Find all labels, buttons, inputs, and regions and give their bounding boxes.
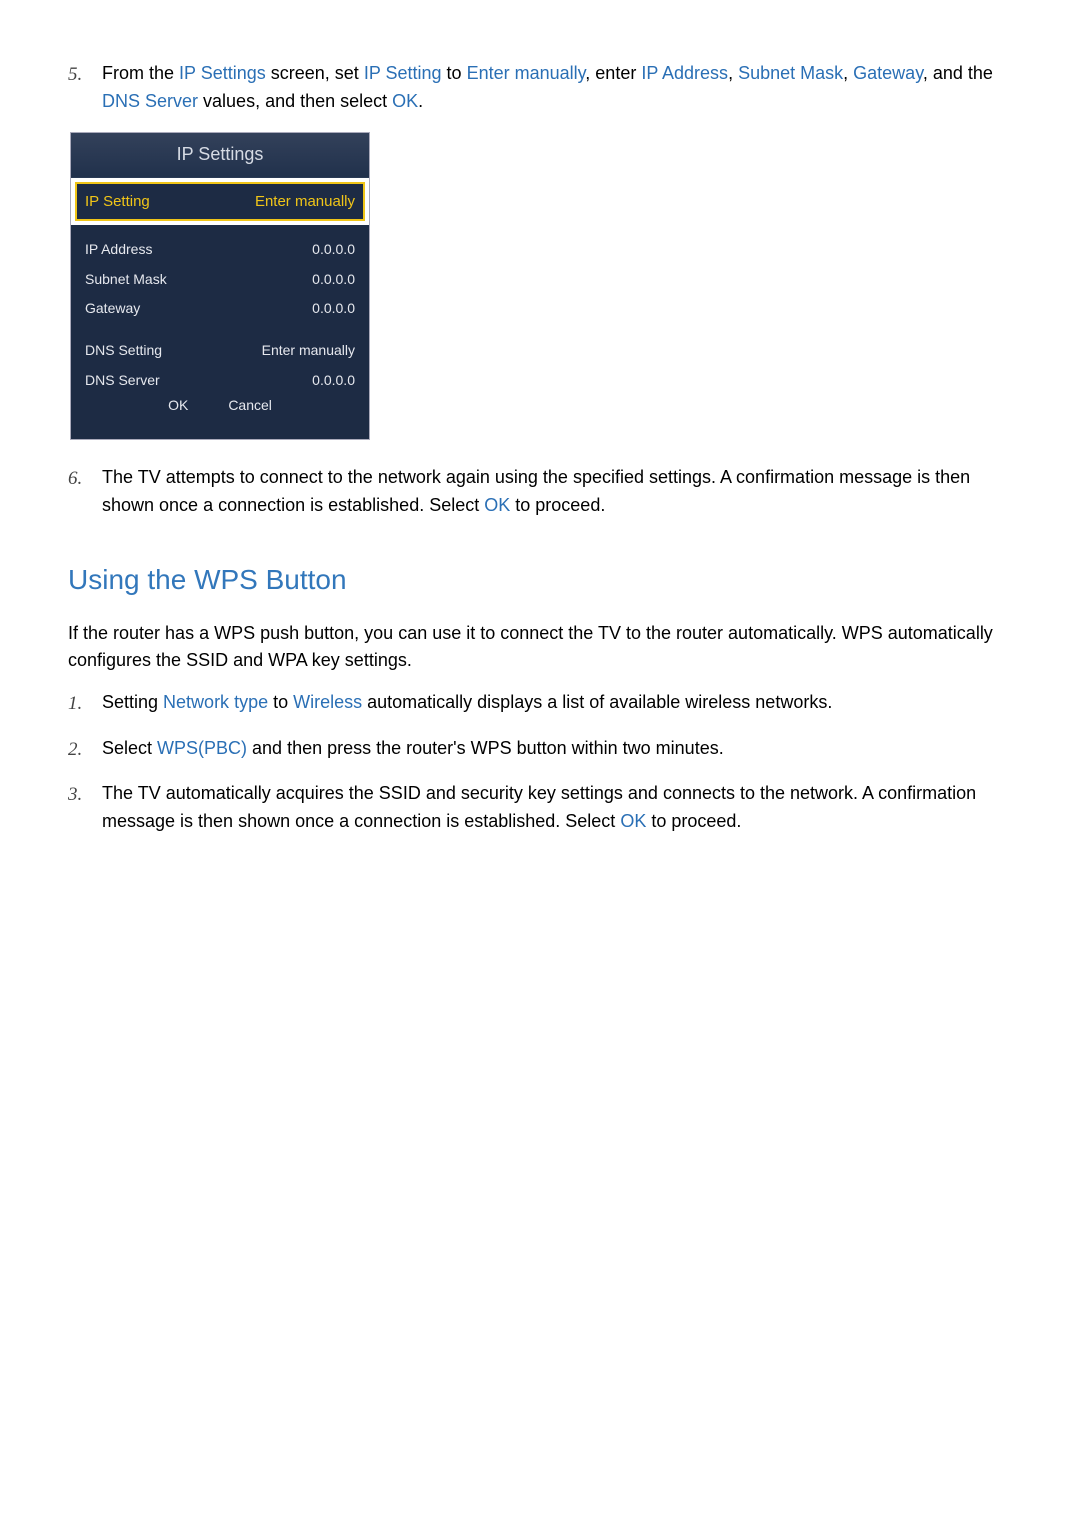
text: The TV automatically acquires the SSID a… [102, 783, 976, 831]
ok-button[interactable]: OK [168, 397, 188, 413]
step-number: 6. [68, 464, 102, 520]
step-body: From the IP Settings screen, set IP Sett… [102, 60, 1012, 116]
ip-setting-value: Enter manually [255, 190, 355, 213]
step-body: The TV automatically acquires the SSID a… [102, 780, 1012, 836]
text: , enter [585, 63, 641, 83]
text: to proceed. [510, 495, 605, 515]
value: 0.0.0.0 [312, 370, 355, 392]
hl-ip-settings: IP Settings [179, 63, 266, 83]
text: and then press the router's WPS button w… [247, 738, 724, 758]
step-body: Select WPS(PBC) and then press the route… [102, 735, 1012, 764]
step-body: Setting Network type to Wireless automat… [102, 689, 1012, 718]
panel-title: IP Settings [71, 133, 369, 178]
ip-setting-label: IP Setting [85, 190, 150, 213]
text: Select [102, 738, 157, 758]
panel-actions: OK Cancel [85, 395, 355, 421]
hl-dns-server: DNS Server [102, 91, 198, 111]
text: . [418, 91, 423, 111]
text: to proceed. [646, 811, 741, 831]
hl-ip-setting: IP Setting [364, 63, 442, 83]
text: , [728, 63, 738, 83]
cancel-button[interactable]: Cancel [228, 397, 272, 413]
hl-enter-manually: Enter manually [467, 63, 586, 83]
section-heading-wps: Using the WPS Button [68, 558, 1012, 601]
step-number: 5. [68, 60, 102, 116]
hl-wps-pbc: WPS(PBC) [157, 738, 247, 758]
text: to [268, 692, 293, 712]
hl-ok: OK [392, 91, 418, 111]
text: From the [102, 63, 179, 83]
text: automatically displays a list of availab… [362, 692, 832, 712]
row-subnet-mask[interactable]: Subnet Mask 0.0.0.0 [85, 265, 355, 295]
step-number: 3. [68, 780, 102, 836]
step-6: 6. The TV attempts to connect to the net… [68, 464, 1012, 520]
label: Subnet Mask [85, 269, 167, 291]
label: IP Address [85, 239, 152, 261]
step-number: 1. [68, 689, 102, 718]
row-dns-server[interactable]: DNS Server 0.0.0.0 [85, 366, 355, 396]
text: Setting [102, 692, 163, 712]
label: Gateway [85, 298, 140, 320]
wps-step-3: 3. The TV automatically acquires the SSI… [68, 780, 1012, 836]
divider [85, 324, 355, 336]
text: screen, set [266, 63, 364, 83]
text: to [442, 63, 467, 83]
wps-step-1: 1. Setting Network type to Wireless auto… [68, 689, 1012, 718]
step-number: 2. [68, 735, 102, 764]
hl-ok: OK [484, 495, 510, 515]
text: , [843, 63, 853, 83]
hl-subnet-mask: Subnet Mask [738, 63, 843, 83]
wps-intro: If the router has a WPS push button, you… [68, 620, 1012, 676]
value: Enter manually [262, 340, 355, 362]
value: 0.0.0.0 [312, 239, 355, 261]
value: 0.0.0.0 [312, 269, 355, 291]
text: values, and then select [198, 91, 392, 111]
step-5: 5. From the IP Settings screen, set IP S… [68, 60, 1012, 116]
value: 0.0.0.0 [312, 298, 355, 320]
hl-ip-address: IP Address [641, 63, 728, 83]
hl-gateway: Gateway [853, 63, 923, 83]
ip-settings-panel: IP Settings IP Setting Enter manually IP… [70, 132, 370, 441]
text: , and the [923, 63, 993, 83]
panel-body: IP Address 0.0.0.0 Subnet Mask 0.0.0.0 G… [71, 225, 369, 439]
row-ip-address[interactable]: IP Address 0.0.0.0 [85, 235, 355, 265]
wps-step-2: 2. Select WPS(PBC) and then press the ro… [68, 735, 1012, 764]
label: DNS Server [85, 370, 160, 392]
row-gateway[interactable]: Gateway 0.0.0.0 [85, 294, 355, 324]
row-dns-setting[interactable]: DNS Setting Enter manually [85, 336, 355, 366]
hl-wireless: Wireless [293, 692, 362, 712]
hl-ok: OK [620, 811, 646, 831]
ip-setting-selected-row[interactable]: IP Setting Enter manually [75, 182, 365, 221]
label: DNS Setting [85, 340, 162, 362]
hl-network-type: Network type [163, 692, 268, 712]
step-body: The TV attempts to connect to the networ… [102, 464, 1012, 520]
